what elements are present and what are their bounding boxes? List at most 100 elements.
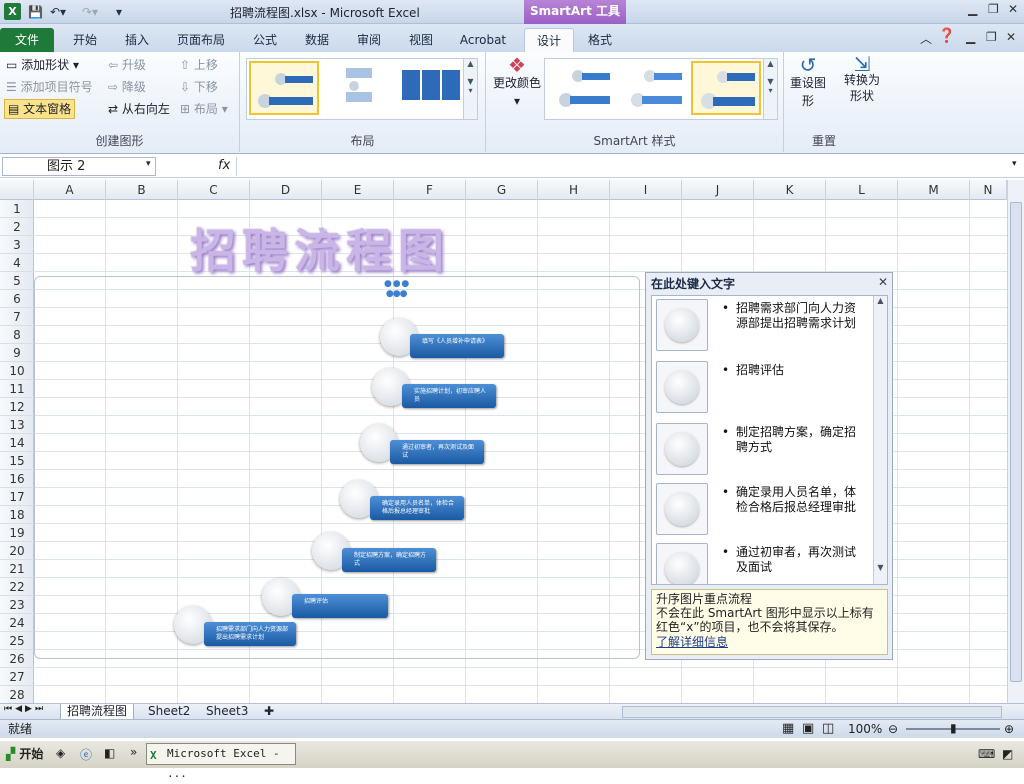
tab-file[interactable]: 文件 [0, 28, 54, 52]
col-header[interactable]: K [754, 180, 826, 200]
col-header[interactable]: H [538, 180, 610, 200]
row-header[interactable]: 9 [0, 344, 34, 362]
text-pane-button[interactable]: ▤ 文本窗格 [4, 99, 76, 119]
text-pane-item-text[interactable]: 制定招聘方案，确定招聘方式 [722, 425, 866, 455]
picture-placeholder-icon[interactable] [656, 423, 708, 475]
row-header[interactable]: 22 [0, 578, 34, 596]
learn-more-link[interactable]: 了解详细信息 [656, 635, 883, 649]
zoom-level[interactable]: 100% [848, 720, 882, 738]
text-pane-item-text[interactable]: 招聘评估 [722, 363, 866, 378]
row-header[interactable]: 19 [0, 524, 34, 542]
add-shape-button[interactable]: ▭ 添加形状 ▾ [6, 56, 79, 74]
start-button[interactable]: ▞ 开始 [2, 743, 48, 765]
vertical-scroll-thumb[interactable] [1010, 202, 1022, 682]
row-header[interactable]: 20 [0, 542, 34, 560]
picture-placeholder-icon[interactable] [656, 361, 708, 413]
layout-option-3[interactable] [397, 61, 467, 115]
row-header[interactable]: 4 [0, 254, 34, 272]
col-header[interactable]: D [250, 180, 322, 200]
row-header[interactable]: 25 [0, 632, 34, 650]
undo-icon[interactable]: ↶▾ [50, 3, 66, 21]
col-header[interactable]: L [826, 180, 898, 200]
picture-placeholder-icon[interactable] [656, 299, 708, 351]
row-header[interactable]: 14 [0, 434, 34, 452]
tab-design[interactable]: 设计 [524, 28, 574, 52]
convert-to-shapes-button[interactable]: ⇲ 转换为形状 [842, 54, 882, 104]
row-header[interactable]: 16 [0, 470, 34, 488]
text-pane-item-text[interactable]: 确定录用人员名单，体检合格后报总经理审批 [722, 485, 866, 515]
help-icon[interactable]: ❓ [938, 28, 955, 44]
row-header[interactable]: 21 [0, 560, 34, 578]
col-header[interactable]: I [610, 180, 682, 200]
row-header[interactable]: 7 [0, 308, 34, 326]
demote-button[interactable]: ⇨ 降级 [108, 78, 146, 96]
sheet-tab[interactable]: Sheet3 [200, 704, 254, 720]
row-header[interactable]: 1 [0, 200, 34, 218]
picture-placeholder-icon[interactable] [656, 543, 708, 584]
tab-home[interactable]: 开始 [60, 28, 110, 52]
formula-input[interactable] [236, 157, 1008, 176]
col-header[interactable]: E [322, 180, 394, 200]
row-header[interactable]: 13 [0, 416, 34, 434]
add-bullet-button[interactable]: ☰ 添加项目符号 [6, 78, 93, 96]
tab-formulas[interactable]: 公式 [240, 28, 290, 52]
tray-icon[interactable]: ◩ [1002, 747, 1013, 761]
picture-placeholder-icon[interactable] [656, 483, 708, 535]
select-all-corner[interactable] [0, 180, 34, 200]
page-break-view-icon[interactable]: ◫ [822, 720, 834, 738]
style-option-3-selected[interactable] [691, 61, 761, 115]
quicklaunch-icon[interactable]: ◈ [56, 746, 65, 760]
style-option-2[interactable] [619, 61, 689, 115]
row-header[interactable]: 15 [0, 452, 34, 470]
zoom-in-icon[interactable]: ⊕ [1004, 720, 1014, 738]
row-header[interactable]: 6 [0, 290, 34, 308]
excel-app-icon[interactable]: X [4, 3, 21, 20]
expand-formula-icon[interactable]: ▾ [1012, 159, 1017, 169]
row-header[interactable]: 27 [0, 668, 34, 686]
layout-option-ascending-picture[interactable] [249, 61, 319, 115]
layout-option-2[interactable] [323, 61, 393, 115]
move-down-button[interactable]: ⇩ 下移 [180, 78, 218, 96]
name-box-dropdown-icon[interactable]: ▾ [146, 159, 151, 169]
keyboard-icon[interactable]: ⌨ [978, 747, 995, 761]
more-quicklaunch-icon[interactable]: » [130, 745, 137, 759]
tab-acrobat[interactable]: Acrobat [452, 28, 514, 52]
normal-view-icon[interactable]: ▦ [782, 720, 794, 738]
sheet-tab[interactable]: Sheet2 [142, 704, 196, 720]
col-header[interactable]: C [178, 180, 250, 200]
row-header[interactable]: 23 [0, 596, 34, 614]
right-to-left-button[interactable]: ⇄ 从右向左 [108, 100, 170, 118]
restore-icon[interactable]: ❐ [988, 2, 999, 16]
col-header[interactable]: N [970, 180, 1007, 200]
row-header[interactable]: 2 [0, 218, 34, 236]
redo-icon[interactable]: ↷▾ [82, 3, 98, 21]
col-header[interactable]: A [34, 180, 106, 200]
horizontal-scrollbar[interactable] [622, 706, 1002, 718]
row-header[interactable]: 12 [0, 398, 34, 416]
tab-insert[interactable]: 插入 [112, 28, 162, 52]
wb-close-icon[interactable]: ✕ [1006, 30, 1016, 44]
row-header[interactable]: 28 [0, 686, 34, 704]
wordart-title[interactable]: 招聘流程图 [190, 215, 450, 281]
promote-button[interactable]: ⇦ 升级 [108, 56, 146, 74]
wb-restore-icon[interactable]: ❐ [986, 30, 997, 44]
wb-minimize-icon[interactable]: ▁ [966, 30, 975, 44]
text-pane-scrollbar[interactable]: ▲ ▼ [873, 296, 887, 584]
row-header[interactable]: 8 [0, 326, 34, 344]
name-box[interactable]: 图示 2 [2, 157, 156, 176]
tab-review[interactable]: 审阅 [344, 28, 394, 52]
tab-format[interactable]: 格式 [578, 28, 622, 52]
reset-graphic-button[interactable]: ↺ 重设图形 [790, 55, 826, 110]
col-header[interactable]: G [466, 180, 538, 200]
style-option-1[interactable] [547, 61, 617, 115]
minimize-icon[interactable]: ▁ [968, 2, 977, 16]
sheet-nav-arrows-icon[interactable]: ⏮◀▶⏭ [4, 704, 46, 714]
tab-page-layout[interactable]: 页面布局 [166, 28, 236, 52]
row-header[interactable]: 10 [0, 362, 34, 380]
quicklaunch-icon[interactable]: ◧ [104, 746, 115, 760]
row-header[interactable]: 11 [0, 380, 34, 398]
row-header[interactable]: 18 [0, 506, 34, 524]
vertical-scrollbar[interactable] [1007, 180, 1024, 703]
row-header[interactable]: 24 [0, 614, 34, 632]
zoom-out-icon[interactable]: ⊖ [888, 720, 898, 738]
